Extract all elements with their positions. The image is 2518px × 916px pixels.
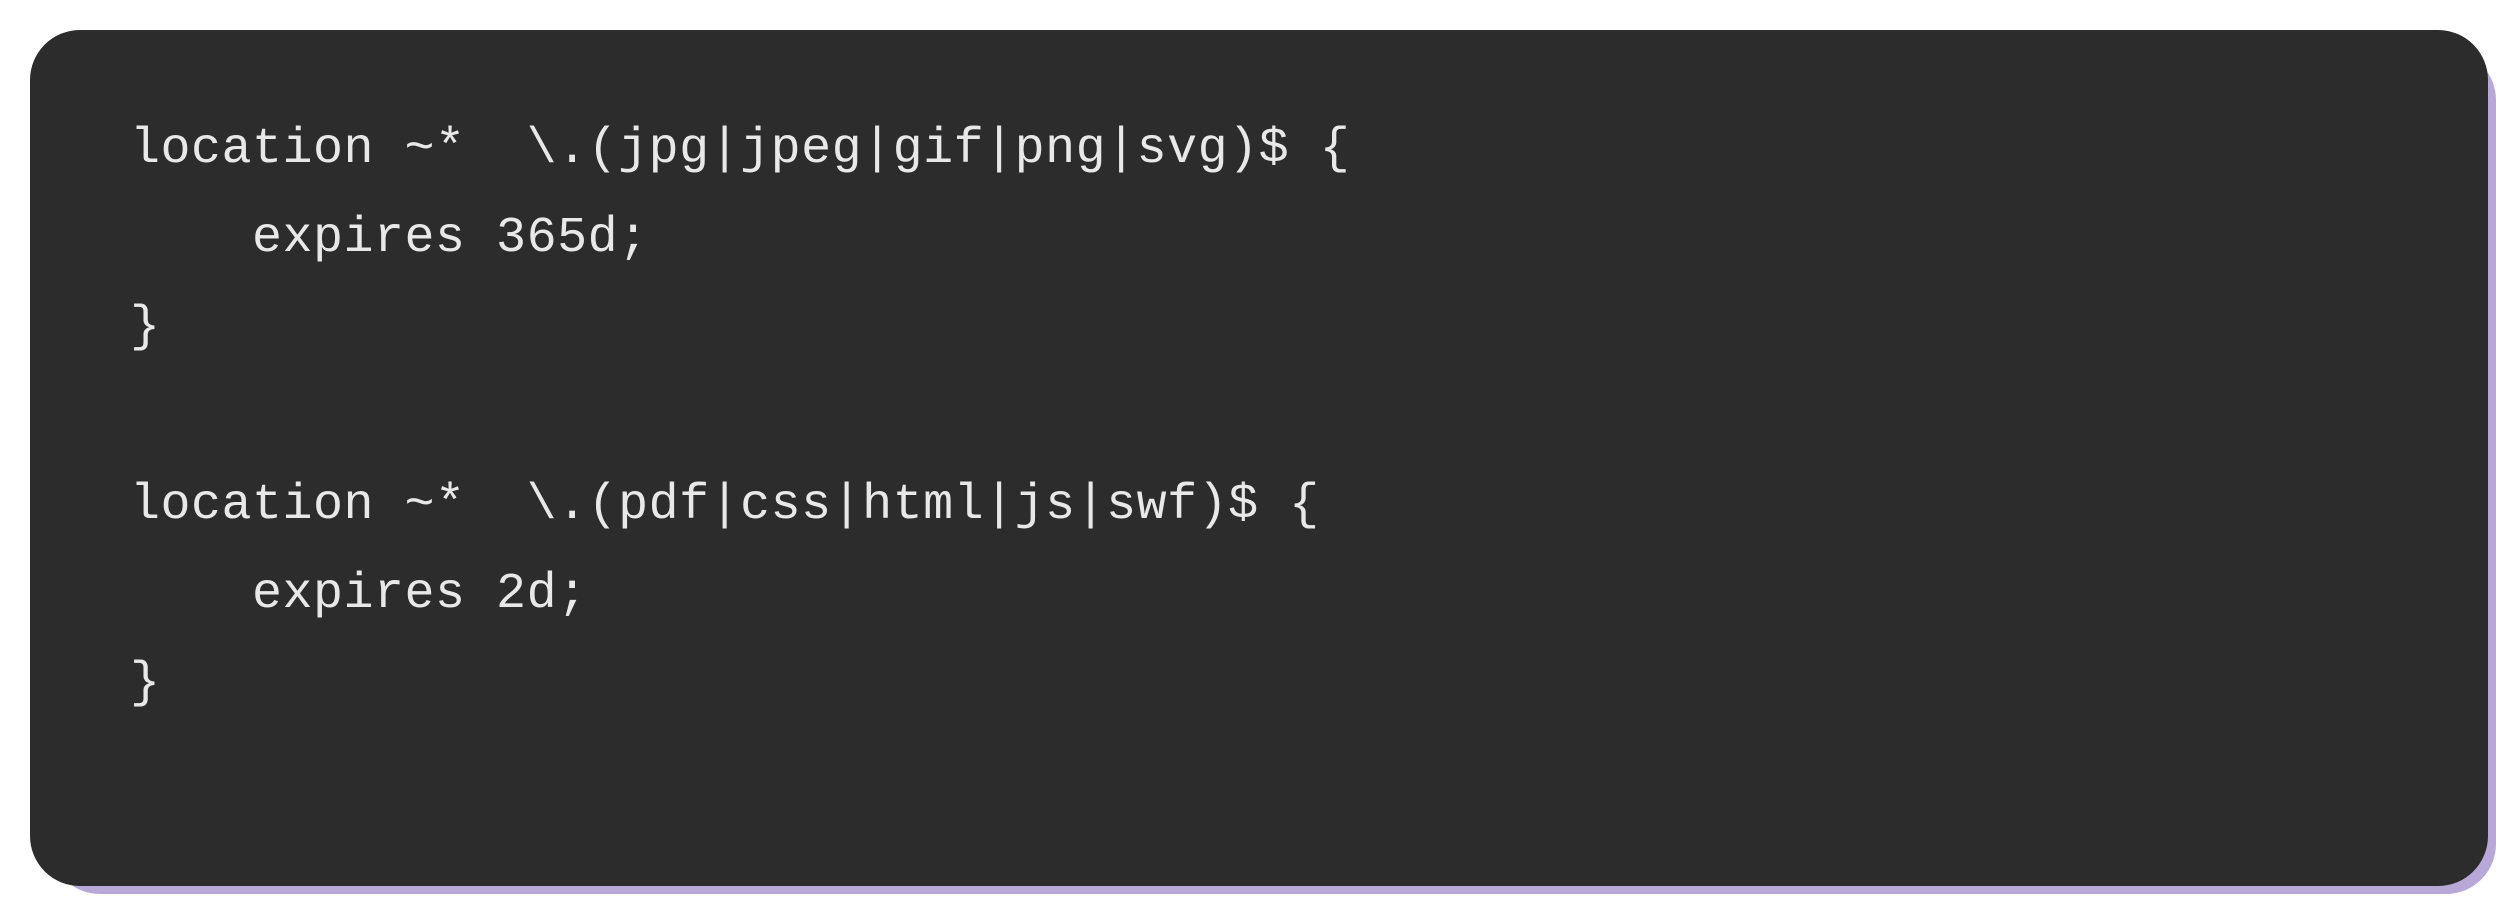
code-line-2: expires 365d; xyxy=(130,210,649,267)
code-line-7: } xyxy=(130,655,161,712)
code-line-3: } xyxy=(130,299,161,356)
code-line-5: location ~* \.(pdf|css|html|js|swf)$ { xyxy=(130,477,1320,534)
code-line-6: expires 2d; xyxy=(130,566,588,623)
code-container: location ~* \.(jpg|jpeg|gif|png|svg)$ { … xyxy=(30,30,2488,886)
code-content[interactable]: location ~* \.(jpg|jpeg|gif|png|svg)$ { … xyxy=(130,105,2388,728)
code-block[interactable]: location ~* \.(jpg|jpeg|gif|png|svg)$ { … xyxy=(30,30,2488,886)
code-line-1: location ~* \.(jpg|jpeg|gif|png|svg)$ { xyxy=(130,121,1350,178)
